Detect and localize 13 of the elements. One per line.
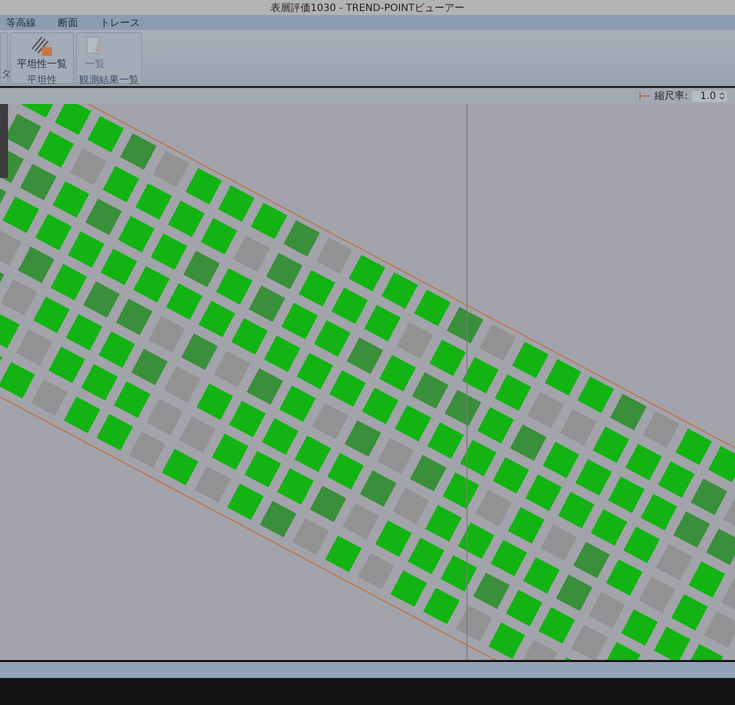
window-title: 表層評価1030 - TREND-POINTビューアー [270, 2, 465, 14]
menu-item[interactable]: 等高線 [6, 16, 36, 30]
menu-item[interactable]: トレース [100, 16, 140, 30]
ribbon-button[interactable]: 平坦性一覧 [13, 33, 71, 73]
group-label: 平坦性 [26, 74, 58, 88]
spinner-arrows-icon [719, 91, 725, 101]
ruler-icon [638, 91, 651, 101]
menu-item[interactable]: 断面 [58, 16, 78, 30]
group-label: タ [1, 68, 7, 82]
group-label: 観測結果一覧 [79, 74, 139, 88]
scale-label: 縮尺率: [654, 90, 688, 103]
tiles-icon [30, 35, 54, 57]
scale-spinner[interactable]: 1.0 [692, 90, 727, 102]
